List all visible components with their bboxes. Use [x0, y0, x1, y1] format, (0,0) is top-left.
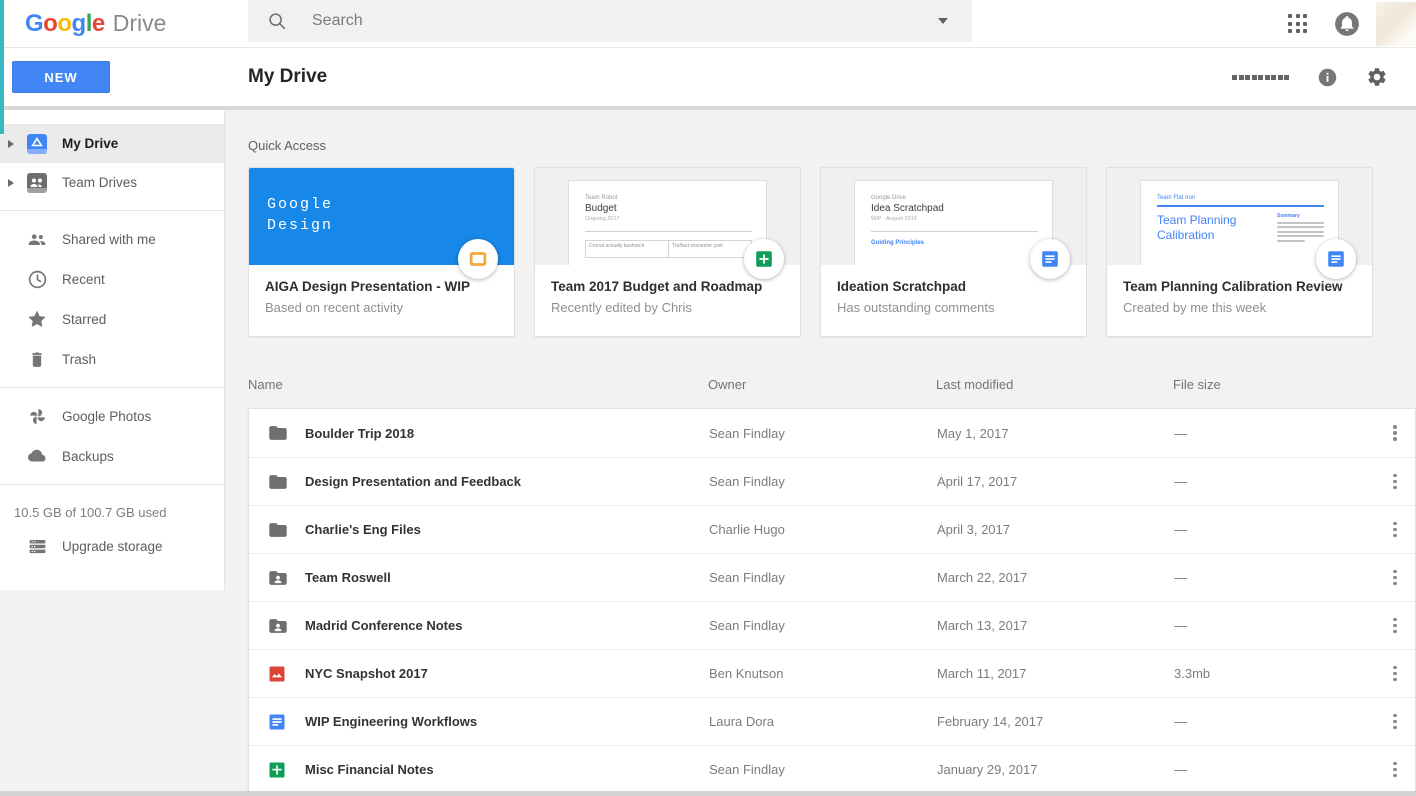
row-overflow-menu-icon[interactable]: [1375, 665, 1415, 682]
folder-icon: [267, 470, 291, 494]
storage-usage-text: 10.5 GB of 100.7 GB used: [14, 505, 167, 520]
file-row[interactable]: Madrid Conference Notes Sean Findlay Mar…: [249, 601, 1415, 649]
image-file-icon: [267, 662, 291, 686]
quick-access-cards: Google Design AIGA Design Presentation -…: [248, 167, 1416, 337]
file-row[interactable]: Design Presentation and Feedback Sean Fi…: [249, 457, 1415, 505]
people-icon: [25, 227, 49, 251]
screen-edge-artifact: [0, 0, 4, 134]
slides-file-icon: [458, 239, 498, 279]
team-drives-icon: [25, 171, 49, 195]
new-button[interactable]: NEW: [12, 61, 110, 93]
folder-icon: [267, 421, 291, 445]
page-title: My Drive: [248, 66, 328, 87]
sheets-file-icon: [267, 758, 291, 782]
file-row[interactable]: Team Roswell Sean Findlay March 22, 2017…: [249, 553, 1415, 601]
sidebar-divider: [0, 484, 224, 485]
row-overflow-menu-icon[interactable]: [1375, 617, 1415, 634]
sidebar-item-team-drives[interactable]: Team Drives: [0, 163, 224, 202]
top-bar: Google Drive: [0, 0, 1416, 48]
docs-file-icon: [267, 710, 291, 734]
cloud-icon: [25, 444, 49, 468]
docs-file-icon: [1030, 239, 1070, 279]
search-options-caret-icon[interactable]: [938, 18, 948, 24]
docs-file-icon: [1316, 239, 1356, 279]
file-row[interactable]: NYC Snapshot 2017 Ben Knutson March 11, …: [249, 649, 1415, 697]
expand-arrow-icon[interactable]: [8, 139, 14, 148]
sheets-file-icon: [744, 239, 784, 279]
search-input[interactable]: [312, 12, 938, 30]
settings-gear-icon[interactable]: [1366, 66, 1388, 88]
sidebar-item-upgrade-storage[interactable]: Upgrade storage: [0, 526, 224, 566]
quick-access-card[interactable]: Team Flat Iron Team Planning Calibration…: [1106, 167, 1373, 337]
quick-access-card[interactable]: Google Drive Idea Scratchpad WIP - Augus…: [820, 167, 1087, 337]
app-launcher-icon[interactable]: [1288, 14, 1307, 33]
sidebar-divider: [0, 387, 224, 388]
sidebar-item-google-photos[interactable]: Google Photos: [0, 396, 224, 436]
column-header-file-size[interactable]: File size: [1173, 377, 1416, 392]
drive-toolbar: NEW My Drive: [0, 48, 1416, 110]
sidebar: My Drive Team Drives Shared with me Rece…: [0, 110, 225, 792]
card-subtitle: Created by me this week: [1123, 300, 1267, 315]
card-title: AIGA Design Presentation - WIP: [265, 279, 471, 294]
grid-view-toggle-icon[interactable]: [1232, 74, 1289, 80]
sidebar-item-trash[interactable]: Trash: [0, 339, 224, 379]
sidebar-item-backups[interactable]: Backups: [0, 436, 224, 476]
star-icon: [25, 307, 49, 331]
row-overflow-menu-icon[interactable]: [1375, 473, 1415, 490]
google-drive-logo[interactable]: Google Drive: [0, 10, 248, 38]
quick-access-card[interactable]: Team Robot Budget Ongoing 2017 Cronut ac…: [534, 167, 801, 337]
file-row[interactable]: Boulder Trip 2018 Sean Findlay May 1, 20…: [249, 409, 1415, 457]
card-subtitle: Based on recent activity: [265, 300, 404, 315]
card-subtitle: Recently edited by Chris: [551, 300, 692, 315]
shared-folder-icon: [267, 566, 291, 590]
my-drive-icon: [25, 132, 49, 156]
shared-folder-icon: [267, 614, 291, 638]
card-title: Team Planning Calibration Review: [1123, 279, 1343, 294]
sidebar-divider: [0, 210, 224, 211]
row-overflow-menu-icon[interactable]: [1375, 761, 1415, 778]
notifications-bell-icon[interactable]: [1334, 11, 1360, 37]
sidebar-item-recent[interactable]: Recent: [0, 259, 224, 299]
sidebar-item-starred[interactable]: Starred: [0, 299, 224, 339]
trash-icon: [25, 347, 49, 371]
google-logo: Google: [25, 9, 105, 37]
search-icon: [269, 13, 286, 30]
drive-logo-text: Drive: [112, 9, 167, 36]
account-avatar[interactable]: [1376, 1, 1416, 46]
card-title: Team 2017 Budget and Roadmap: [551, 279, 763, 294]
file-row[interactable]: Misc Financial Notes Sean Findlay Januar…: [249, 745, 1415, 793]
expand-arrow-icon[interactable]: [8, 178, 14, 187]
column-header-last-modified[interactable]: Last modified: [936, 377, 1173, 392]
card-subtitle: Has outstanding comments: [837, 300, 995, 315]
sidebar-item-shared-with-me[interactable]: Shared with me: [0, 219, 224, 259]
column-header-owner[interactable]: Owner: [708, 377, 936, 392]
file-row[interactable]: WIP Engineering Workflows Laura Dora Feb…: [249, 697, 1415, 745]
quick-access-card[interactable]: Google Design AIGA Design Presentation -…: [248, 167, 515, 337]
row-overflow-menu-icon[interactable]: [1375, 521, 1415, 538]
info-panel-icon[interactable]: [1317, 67, 1338, 88]
storage-server-icon: [25, 534, 49, 558]
file-list-header: Name Owner Last modified File size: [248, 377, 1416, 392]
card-title: Ideation Scratchpad: [837, 279, 967, 294]
sidebar-item-my-drive[interactable]: My Drive: [0, 124, 224, 163]
file-list: Boulder Trip 2018 Sean Findlay May 1, 20…: [248, 408, 1416, 794]
column-header-name[interactable]: Name: [248, 377, 708, 392]
row-overflow-menu-icon[interactable]: [1375, 713, 1415, 730]
folder-icon: [267, 518, 291, 542]
file-row[interactable]: Charlie's Eng Files Charlie Hugo April 3…: [249, 505, 1415, 553]
clock-icon: [25, 267, 49, 291]
photos-pinwheel-icon: [25, 404, 49, 428]
row-overflow-menu-icon[interactable]: [1375, 425, 1415, 441]
search-bar[interactable]: [248, 0, 972, 42]
screen-edge-artifact: [0, 791, 1416, 796]
quick-access-label: Quick Access: [248, 138, 327, 153]
row-overflow-menu-icon[interactable]: [1375, 569, 1415, 586]
